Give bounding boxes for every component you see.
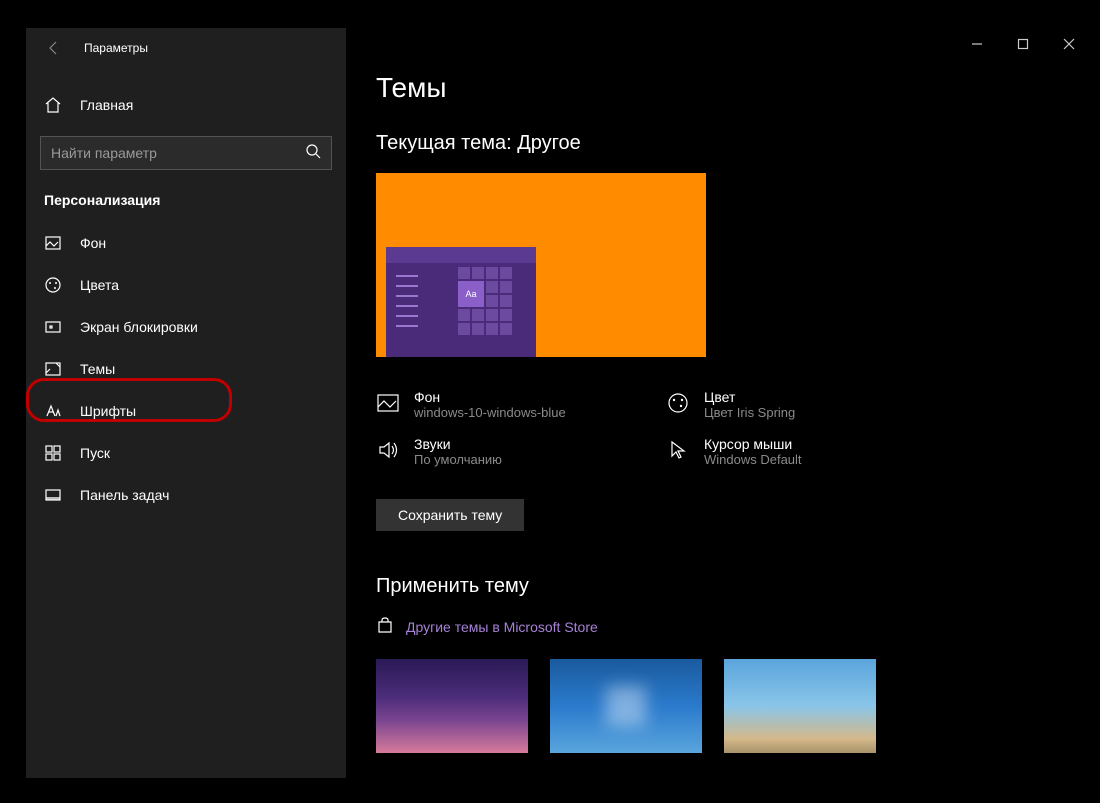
sidebar-item-themes[interactable]: Темы xyxy=(26,348,346,390)
store-link[interactable]: Другие темы в Microsoft Store xyxy=(376,616,1044,637)
theme-thumbnail[interactable] xyxy=(550,659,702,753)
sidebar: Параметры Главная Персонализация Фон xyxy=(26,28,346,778)
minimize-button[interactable] xyxy=(954,28,1000,60)
sidebar-item-label: Панель задач xyxy=(80,487,169,503)
page-title: Темы xyxy=(376,72,1044,104)
search-icon xyxy=(305,143,321,164)
home-label: Главная xyxy=(80,97,133,113)
prop-background[interactable]: Фон windows-10-windows-blue xyxy=(376,385,646,424)
save-theme-button[interactable]: Сохранить тему xyxy=(376,499,524,531)
prop-cursor[interactable]: Курсор мыши Windows Default xyxy=(666,432,936,471)
prop-title: Звуки xyxy=(414,436,502,452)
sidebar-item-background[interactable]: Фон xyxy=(26,222,346,264)
section-header: Персонализация xyxy=(26,170,346,222)
home-icon xyxy=(44,96,62,114)
titlebar: Параметры xyxy=(26,28,346,68)
sidebar-item-label: Пуск xyxy=(80,445,110,461)
current-theme-label: Текущая тема: Другое xyxy=(376,132,1044,155)
main-content: Темы Текущая тема: Другое Aa xyxy=(346,28,1074,778)
close-button[interactable] xyxy=(1046,28,1092,60)
theme-properties: Фон windows-10-windows-blue Цвет Цвет Ir… xyxy=(376,385,936,471)
theme-thumbnail[interactable] xyxy=(724,659,876,753)
prop-color[interactable]: Цвет Цвет Iris Spring xyxy=(666,385,936,424)
sidebar-item-label: Темы xyxy=(80,361,115,377)
theme-thumbnail[interactable] xyxy=(376,659,528,753)
picture-icon xyxy=(376,391,400,415)
start-icon xyxy=(44,444,62,462)
prop-title: Курсор мыши xyxy=(704,436,802,452)
palette-icon xyxy=(44,276,62,294)
store-icon xyxy=(376,616,394,637)
sidebar-item-start[interactable]: Пуск xyxy=(26,432,346,474)
sound-icon xyxy=(376,438,400,462)
lockscreen-icon xyxy=(44,318,62,336)
store-link-label: Другие темы в Microsoft Store xyxy=(406,619,598,635)
prop-value: По умолчанию xyxy=(414,452,502,467)
prop-value: Windows Default xyxy=(704,452,802,467)
taskbar-icon xyxy=(44,486,62,504)
themes-icon xyxy=(44,360,62,378)
sidebar-item-lockscreen[interactable]: Экран блокировки xyxy=(26,306,346,348)
prop-title: Цвет xyxy=(704,389,795,405)
search-input[interactable] xyxy=(51,145,305,161)
window-controls xyxy=(954,28,1100,60)
sidebar-item-label: Шрифты xyxy=(80,403,136,419)
preview-window: Aa xyxy=(386,247,536,357)
sidebar-item-label: Экран блокировки xyxy=(80,319,198,335)
theme-preview[interactable]: Aa xyxy=(376,173,706,357)
search-box[interactable] xyxy=(40,136,332,170)
back-button[interactable] xyxy=(44,38,64,58)
picture-icon xyxy=(44,234,62,252)
palette-icon xyxy=(666,391,690,415)
app-title: Параметры xyxy=(84,41,148,55)
maximize-button[interactable] xyxy=(1000,28,1046,60)
prop-sounds[interactable]: Звуки По умолчанию xyxy=(376,432,646,471)
home-link[interactable]: Главная xyxy=(26,86,346,124)
preview-tile-text: Aa xyxy=(458,281,484,307)
sidebar-item-label: Цвета xyxy=(80,277,119,293)
prop-title: Фон xyxy=(414,389,566,405)
prop-value: Цвет Iris Spring xyxy=(704,405,795,420)
sidebar-item-colors[interactable]: Цвета xyxy=(26,264,346,306)
theme-gallery xyxy=(376,659,1044,753)
sidebar-item-fonts[interactable]: Шрифты xyxy=(26,390,346,432)
prop-value: windows-10-windows-blue xyxy=(414,405,566,420)
sidebar-item-taskbar[interactable]: Панель задач xyxy=(26,474,346,516)
cursor-icon xyxy=(666,438,690,462)
sidebar-item-label: Фон xyxy=(80,235,106,251)
fonts-icon xyxy=(44,402,62,420)
apply-theme-title: Применить тему xyxy=(376,575,1044,598)
